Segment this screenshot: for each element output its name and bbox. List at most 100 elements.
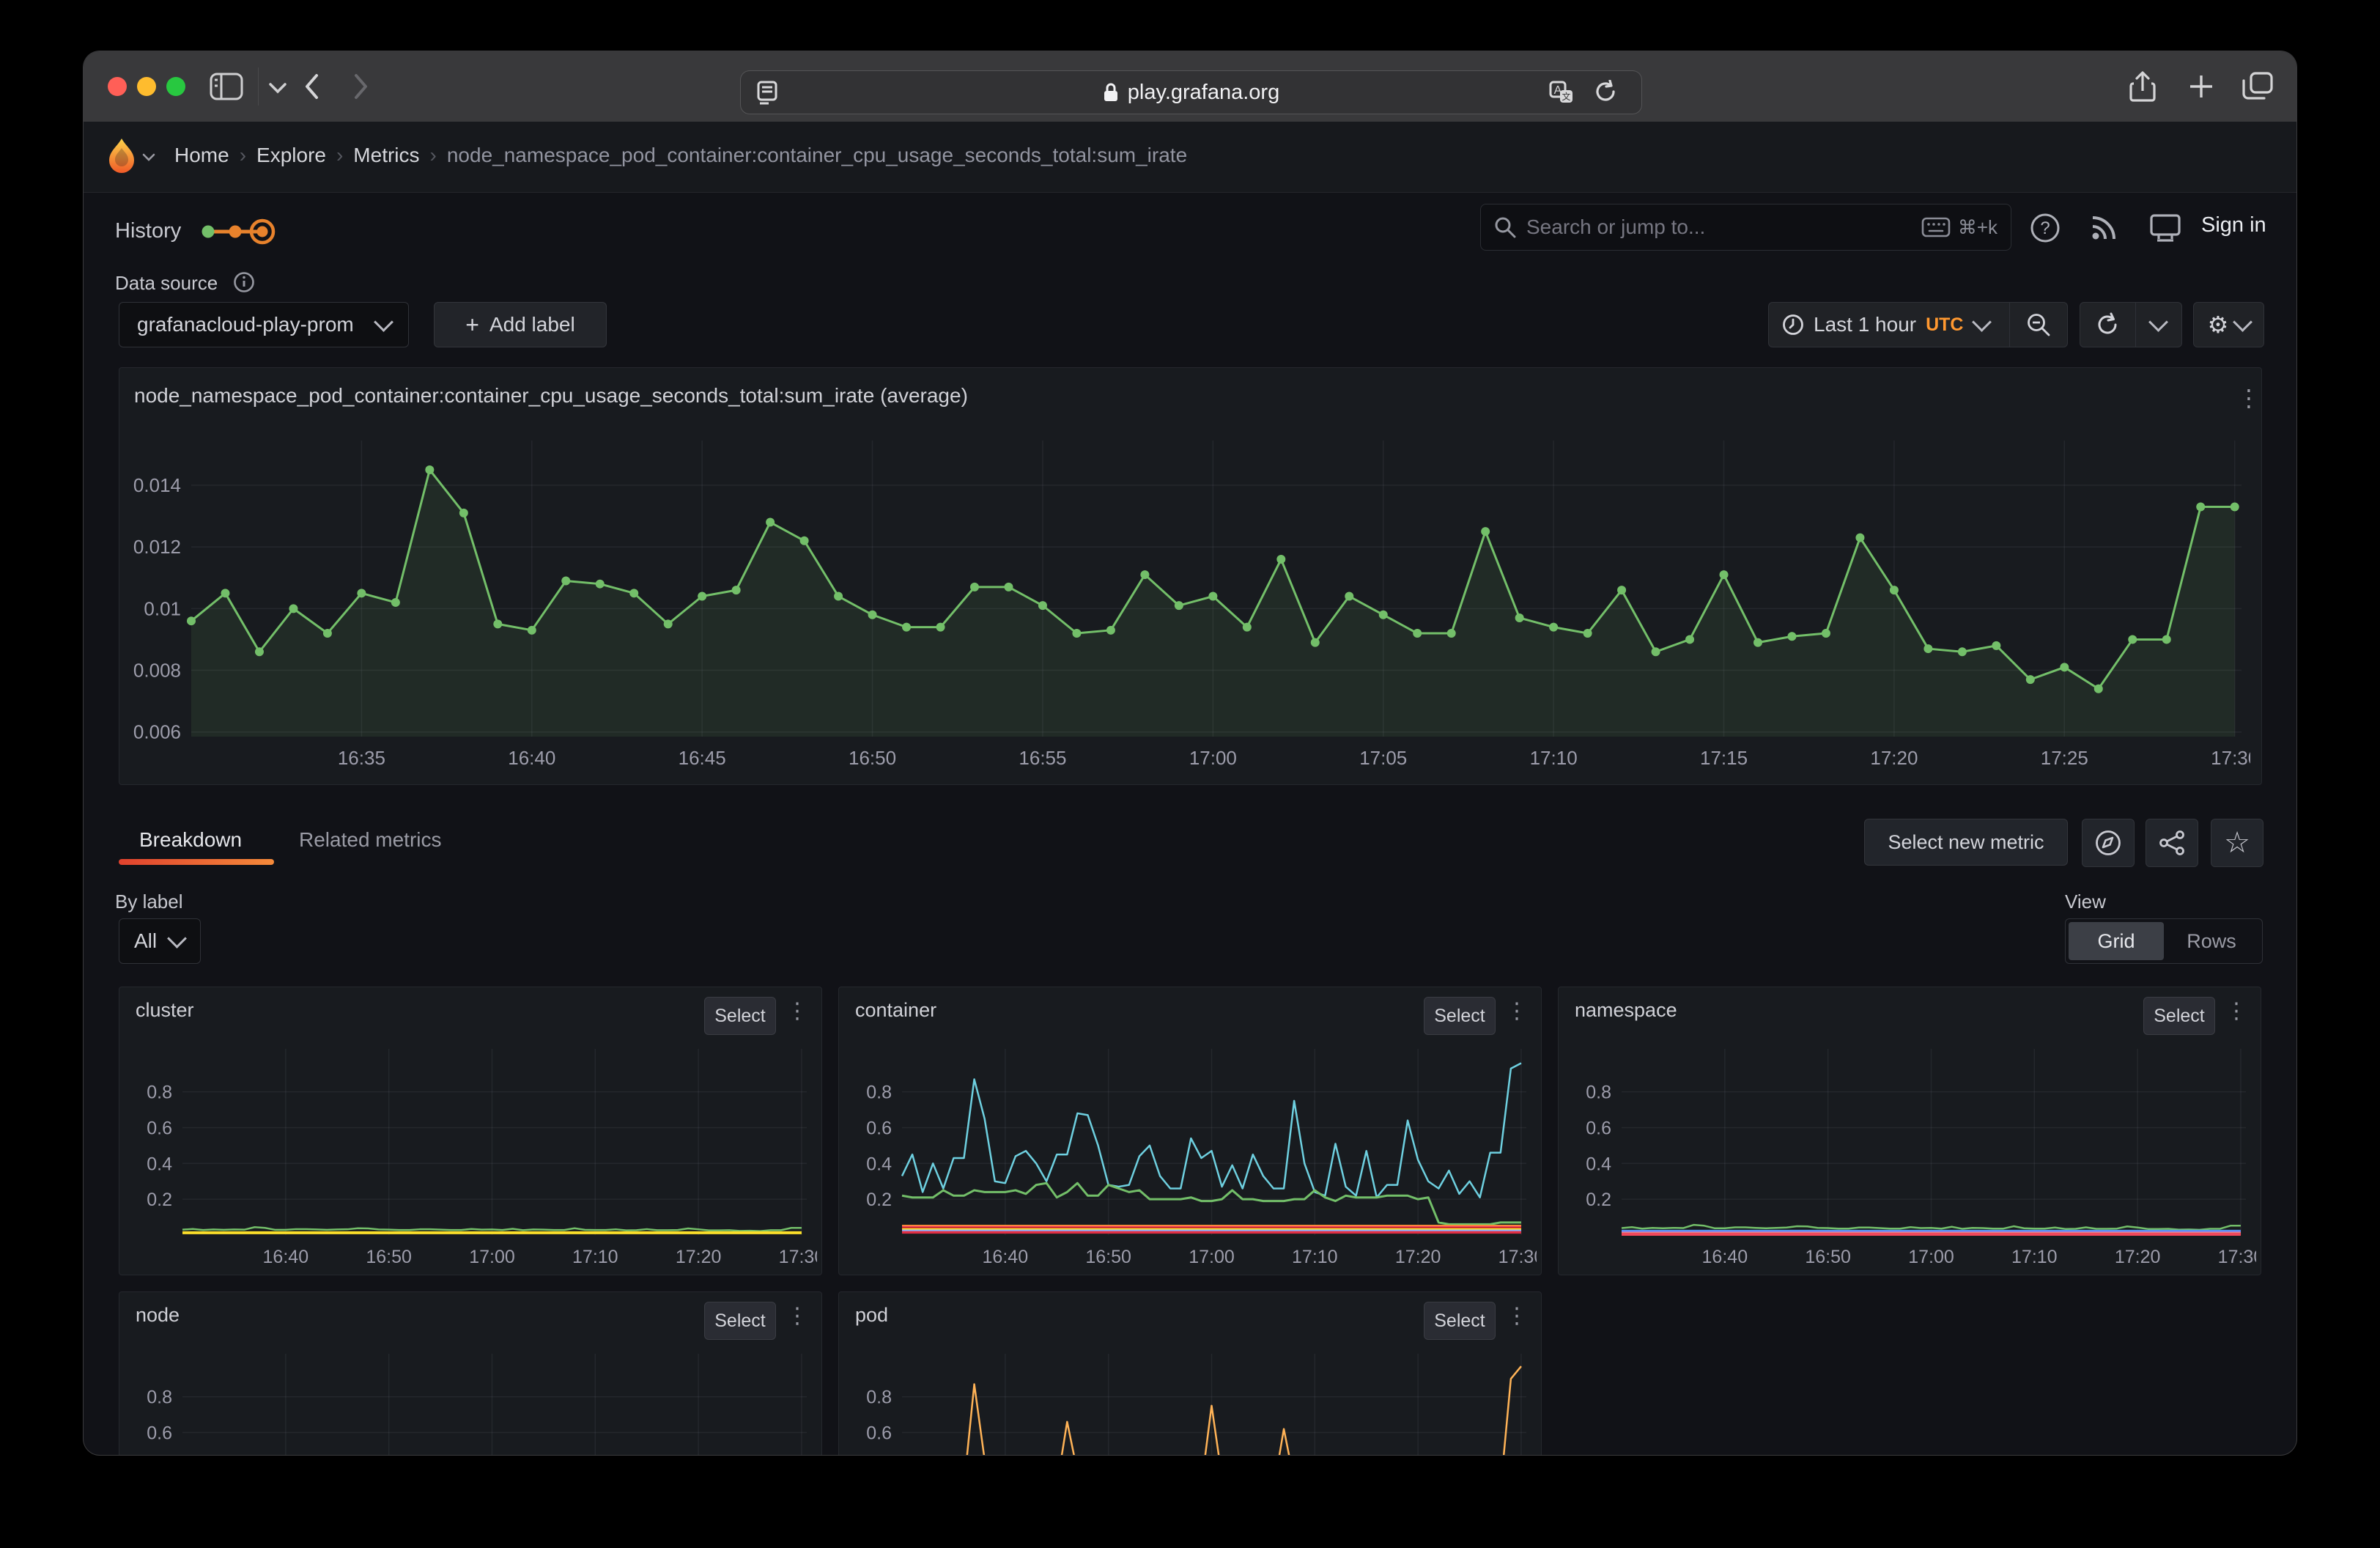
refresh-button[interactable]	[2080, 303, 2136, 347]
cluster-chart[interactable]: 16:4016:5017:0017:1017:2017:300.80.60.40…	[125, 1040, 817, 1267]
zoom-window-button[interactable]	[166, 77, 185, 96]
container-chart[interactable]: 16:4016:5017:0017:1017:2017:300.80.60.40…	[845, 1040, 1537, 1267]
clock-icon	[1782, 314, 1804, 336]
bylabel-select[interactable]: All	[119, 918, 201, 964]
select-button[interactable]: Select	[1424, 997, 1496, 1035]
gear-icon: ⚙	[2208, 313, 2229, 336]
star-icon: ☆	[2224, 826, 2250, 860]
help-icon[interactable]: ?	[2030, 213, 2061, 247]
refresh-group	[2080, 302, 2182, 347]
panel-menu-kebab-icon[interactable]: ⋮	[2225, 1000, 2247, 1022]
svg-text:0.2: 0.2	[866, 1190, 892, 1210]
view-grid-option[interactable]: Grid	[2069, 922, 2164, 960]
titlebar-divider	[258, 67, 259, 106]
select-button[interactable]: Select	[2143, 997, 2215, 1035]
svg-text:0.6: 0.6	[866, 1118, 892, 1138]
breadcrumb-separator: ›	[229, 144, 256, 167]
svg-text:0.2: 0.2	[147, 1190, 172, 1210]
breadcrumb-metrics[interactable]: Metrics	[353, 144, 419, 167]
select-button[interactable]: Select	[1424, 1302, 1496, 1340]
forward-button[interactable]	[353, 73, 369, 100]
main-chart[interactable]: 16:3516:4016:4516:5016:5517:0017:0517:10…	[129, 427, 2250, 775]
svg-text:0.014: 0.014	[133, 474, 181, 496]
tab-related-metrics[interactable]: Related metrics	[299, 828, 442, 852]
breadcrumb: Home › Explore › Metrics › node_namespac…	[174, 144, 1187, 167]
explore-compass-button[interactable]	[2082, 819, 2135, 867]
panel-menu-kebab-icon[interactable]: ⋮	[1506, 1305, 1528, 1327]
view-grid-label: Grid	[2097, 930, 2135, 953]
history-steps[interactable]	[196, 218, 292, 248]
translate-icon[interactable]: A文	[1549, 81, 1574, 104]
panel-menu-kebab-icon[interactable]: ⋮	[786, 1000, 808, 1022]
breadcrumb-separator: ›	[420, 144, 447, 167]
panel-menu-kebab-icon[interactable]: ⋮	[1506, 1000, 1528, 1022]
select-button[interactable]: Select	[704, 1302, 776, 1340]
select-new-metric-button[interactable]: Select new metric	[1864, 819, 2068, 866]
svg-text:0.01: 0.01	[144, 597, 181, 619]
screen-monitor-icon[interactable]	[2148, 213, 2182, 248]
svg-text:0.8: 0.8	[147, 1387, 172, 1408]
svg-text:17:10: 17:10	[1292, 1247, 1338, 1267]
reload-icon[interactable]	[1594, 80, 1616, 103]
panel-menu-kebab-icon[interactable]: ⋮	[786, 1305, 808, 1327]
lock-icon	[1103, 82, 1119, 103]
settings-button[interactable]: ⚙	[2193, 302, 2264, 347]
new-tab-icon[interactable]	[2188, 73, 2214, 100]
sidebar-chevron-icon[interactable]	[268, 82, 287, 94]
favorite-star-button[interactable]: ☆	[2211, 819, 2263, 867]
bylabel-value: All	[134, 929, 157, 953]
node-chart[interactable]: 16:4016:5017:0017:1017:2017:300.80.60.40…	[125, 1345, 817, 1455]
svg-text:17:00: 17:00	[1189, 1247, 1235, 1267]
chevron-down-icon	[374, 312, 393, 332]
grafana-logo[interactable]	[107, 138, 136, 178]
chevron-down-icon	[2233, 312, 2252, 332]
sign-in-button[interactable]: Sign in	[2201, 213, 2266, 237]
svg-text:17:20: 17:20	[2115, 1247, 2161, 1267]
select-button[interactable]: Select	[704, 997, 776, 1035]
svg-text:0.008: 0.008	[133, 660, 181, 682]
svg-text:0.6: 0.6	[147, 1423, 172, 1443]
history-label: History	[115, 219, 181, 243]
zoom-out-button[interactable]	[2010, 303, 2067, 347]
svg-text:0.6: 0.6	[1586, 1118, 1611, 1138]
share-icon[interactable]	[2129, 70, 2156, 103]
info-icon[interactable]	[233, 271, 255, 297]
svg-text:17:30: 17:30	[1498, 1247, 1537, 1267]
tab-breakdown[interactable]: Breakdown	[139, 828, 242, 852]
select-label: Select	[2154, 1006, 2204, 1027]
org-switcher-chevron-icon[interactable]	[142, 152, 155, 166]
address-bar[interactable]: play.grafana.org A文	[741, 71, 1641, 114]
pod-chart[interactable]: 16:4016:5017:0017:1017:2017:300.80.60.40…	[845, 1345, 1537, 1455]
svg-text:0.8: 0.8	[1586, 1083, 1611, 1103]
datasource-select[interactable]: grafanacloud-play-prom	[119, 302, 409, 347]
news-rss-icon[interactable]	[2088, 213, 2119, 247]
add-label-button[interactable]: + Add label	[434, 302, 607, 347]
svg-text:17:00: 17:00	[1189, 747, 1237, 769]
breadcrumb-home[interactable]: Home	[174, 144, 229, 167]
breadcrumb-explore[interactable]: Explore	[256, 144, 326, 167]
refresh-interval-dropdown[interactable]	[2136, 303, 2181, 347]
url-text: play.grafana.org	[1128, 81, 1279, 105]
svg-text:0.8: 0.8	[147, 1083, 172, 1103]
panel-menu-kebab-icon[interactable]: ⋮	[2237, 384, 2261, 412]
back-button[interactable]	[303, 73, 319, 100]
main-metric-panel: node_namespace_pod_container:container_c…	[119, 367, 2262, 785]
search-input[interactable]: Search or jump to... ⌘+k	[1480, 204, 2011, 251]
select-label: Select	[1434, 1311, 1485, 1332]
share-panel-button[interactable]	[2146, 819, 2198, 867]
view-toggle: Grid Rows	[2065, 918, 2263, 964]
view-rows-option[interactable]: Rows	[2164, 922, 2259, 960]
svg-text:0.4: 0.4	[866, 1154, 892, 1174]
svg-text:17:30: 17:30	[779, 1247, 817, 1267]
namespace-chart[interactable]: 16:4016:5017:0017:1017:2017:300.80.60.40…	[1564, 1040, 2256, 1267]
add-label-text: Add label	[489, 313, 575, 336]
time-range-button[interactable]: Last 1 hour UTC	[1769, 303, 2010, 347]
chevron-down-icon	[167, 929, 187, 948]
minimize-window-button[interactable]	[137, 77, 156, 96]
svg-text:16:40: 16:40	[508, 747, 555, 769]
timezone-badge[interactable]: UTC	[1926, 314, 1963, 336]
close-window-button[interactable]	[108, 77, 127, 96]
sidebar-toggle-icon[interactable]	[210, 73, 243, 100]
tab-overview-icon[interactable]	[2242, 72, 2273, 101]
breakdown-panel-node: node Select ⋮ 16:4016:5017:0017:1017:201…	[119, 1291, 822, 1455]
